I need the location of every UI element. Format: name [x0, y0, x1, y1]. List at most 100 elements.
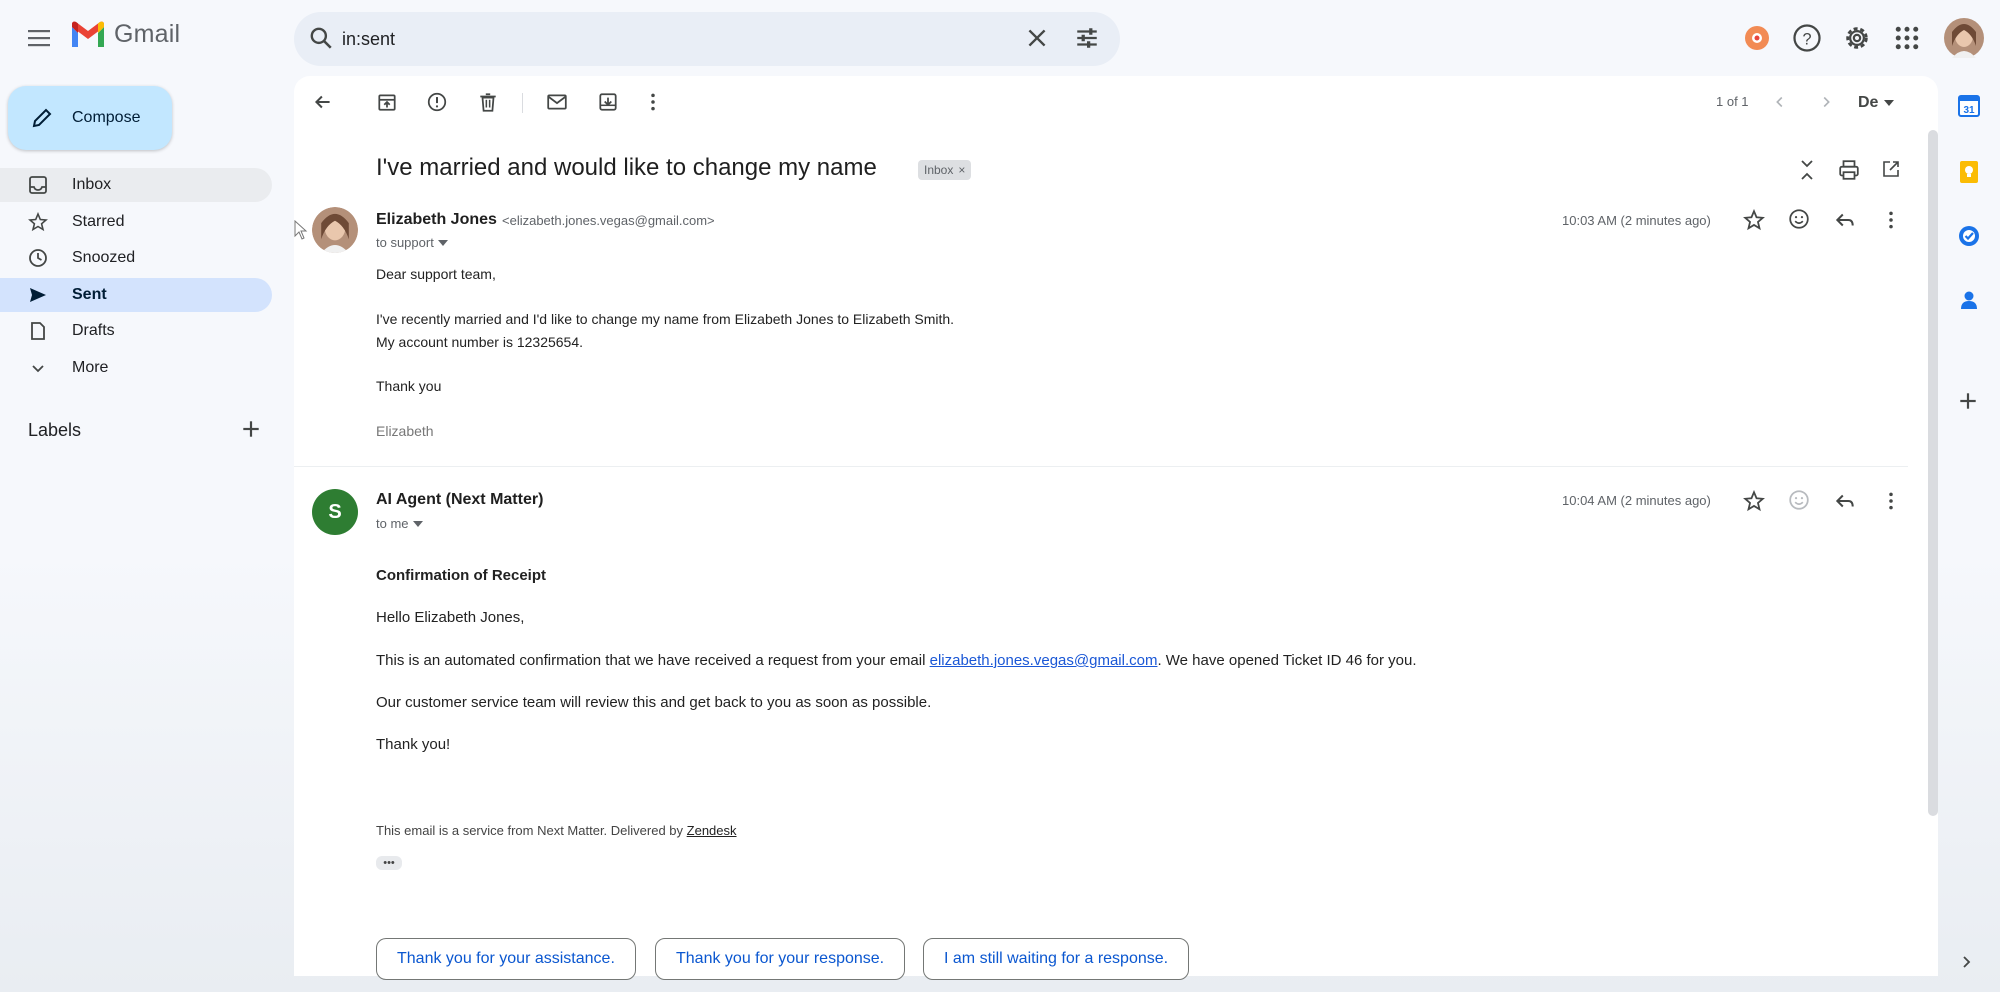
move-to-icon[interactable]: [597, 91, 619, 113]
sender-email-link[interactable]: elizabeth.jones.vegas@gmail.com: [930, 652, 1158, 669]
sender-email: <elizabeth.jones.vegas@gmail.com>: [502, 213, 715, 228]
mouse-cursor-icon: [294, 220, 308, 240]
archive-icon[interactable]: [376, 91, 398, 113]
star-icon[interactable]: [1743, 490, 1765, 512]
labels-heading: Labels: [28, 420, 82, 440]
tasks-icon[interactable]: [1957, 224, 1981, 248]
search-options-icon[interactable]: [1074, 25, 1100, 51]
search-input[interactable]: [342, 22, 982, 56]
more-vert-icon[interactable]: [645, 91, 661, 113]
show-trimmed-content-button[interactable]: •••: [376, 856, 402, 870]
back-arrow-icon[interactable]: [312, 91, 334, 113]
sidebar-item-sent[interactable]: Sent: [0, 278, 272, 312]
pencil-icon: [32, 108, 52, 128]
reply-icon[interactable]: [1834, 209, 1856, 231]
add-label-icon[interactable]: [240, 418, 262, 440]
gmail-logo[interactable]: Gmail: [70, 20, 180, 49]
star-icon: [28, 212, 48, 232]
message-line: I've recently married and I'd like to ch…: [376, 311, 955, 327]
calendar-icon[interactable]: 31: [1957, 94, 1981, 118]
sidebar-item-label: Drafts: [72, 322, 115, 339]
draft-icon: [31, 322, 45, 340]
gmail-m-icon: [72, 21, 104, 47]
sidebar-item-label: Starred: [72, 213, 125, 230]
more-vert-icon[interactable]: [1883, 490, 1899, 512]
sidebar-item-drafts[interactable]: Drafts: [0, 314, 272, 348]
footer-text: This email is a service from Next Matter…: [376, 823, 687, 838]
input-language-selector[interactable]: De: [1858, 94, 1895, 112]
caret-down-icon: [1884, 100, 1895, 106]
svg-text:?: ?: [1802, 30, 1811, 48]
expand-side-panel-icon[interactable]: [1957, 952, 1977, 972]
sender-name[interactable]: AI Agent (Next Matter): [376, 491, 543, 509]
sidebar-item-starred[interactable]: Starred: [0, 205, 272, 239]
reply-icon[interactable]: [1834, 490, 1856, 512]
message-heading: Confirmation of Receipt: [376, 567, 547, 584]
status-icon[interactable]: [1742, 18, 1772, 58]
more-vert-icon[interactable]: [1883, 209, 1899, 231]
inbox-label-chip[interactable]: Inbox ×: [918, 160, 972, 180]
message-paragraph: Our customer service team will review th…: [376, 694, 932, 711]
inbox-icon: [29, 176, 47, 194]
account-avatar[interactable]: [1944, 18, 1984, 58]
sender-avatar[interactable]: [312, 207, 358, 253]
open-new-window-icon[interactable]: [1881, 159, 1901, 179]
sender-avatar[interactable]: S: [312, 489, 358, 535]
sidebar-item-label: More: [72, 359, 109, 376]
delete-icon[interactable]: [477, 91, 499, 113]
compose-label: Compose: [72, 109, 141, 126]
svg-text:31: 31: [1963, 105, 1975, 116]
settings-gear-icon[interactable]: [1842, 18, 1872, 58]
message-scrollbar[interactable]: [1928, 130, 1938, 816]
pagination-text: 1 of 1: [1716, 94, 1749, 109]
recipient-details-toggle[interactable]: to support: [376, 235, 448, 250]
print-icon[interactable]: [1838, 159, 1860, 181]
search-bar[interactable]: [294, 12, 1120, 66]
message-greeting: Dear support team,: [376, 266, 496, 282]
message-timestamp: 10:03 AM (2 minutes ago): [1562, 213, 1711, 228]
app-name: Gmail: [114, 20, 181, 48]
sender-name[interactable]: Elizabeth Jones: [376, 211, 497, 229]
remove-label-icon[interactable]: ×: [958, 163, 965, 177]
recipient-details-toggle[interactable]: to me: [376, 516, 423, 531]
zendesk-link[interactable]: Zendesk: [687, 823, 737, 838]
smart-reply-button[interactable]: I am still waiting for a response.: [923, 938, 1190, 980]
recipient-text: to support: [376, 235, 434, 250]
collapse-all-icon[interactable]: [1797, 159, 1817, 181]
mark-unread-icon[interactable]: [546, 91, 568, 113]
thread-subject: I've married and would like to change my…: [376, 154, 877, 181]
message-line: My account number is 12325654.: [376, 334, 584, 350]
report-spam-icon[interactable]: [426, 91, 448, 113]
get-addons-icon[interactable]: [1957, 390, 1979, 412]
help-icon[interactable]: ?: [1792, 18, 1822, 58]
newer-chevron-icon[interactable]: [1771, 93, 1789, 111]
message-divider: [294, 466, 1908, 467]
emoji-reaction-icon[interactable]: [1788, 489, 1810, 511]
contacts-icon[interactable]: [1957, 288, 1981, 312]
caret-down-icon: [412, 520, 423, 527]
star-icon[interactable]: [1743, 209, 1765, 231]
label-chip-text: Inbox: [924, 163, 954, 177]
caret-down-icon: [437, 239, 448, 246]
message-greeting: Hello Elizabeth Jones,: [376, 609, 525, 626]
clear-search-icon[interactable]: [1024, 25, 1050, 51]
keep-icon[interactable]: [1957, 160, 1981, 184]
apps-grid-icon[interactable]: [1892, 18, 1922, 58]
sidebar-item-label: Snoozed: [72, 249, 136, 266]
toolbar-divider: [522, 93, 523, 113]
smart-reply-button[interactable]: Thank you for your assistance.: [376, 938, 636, 980]
message-footer: This email is a service from Next Matter…: [376, 823, 737, 838]
sidebar-item-snoozed[interactable]: Snoozed: [0, 241, 272, 275]
sidebar-item-more[interactable]: More: [0, 351, 272, 385]
main-menu-button[interactable]: [22, 24, 58, 52]
message-closing: Thank you!: [376, 736, 451, 753]
recipient-text: to me: [376, 516, 409, 531]
compose-button[interactable]: Compose: [8, 86, 172, 150]
avatar-letter: S: [328, 500, 342, 523]
message-closing: Thank you: [376, 378, 442, 394]
smart-reply-button[interactable]: Thank you for your response.: [655, 938, 906, 980]
search-icon[interactable]: [308, 25, 334, 51]
emoji-reaction-icon[interactable]: [1788, 208, 1810, 230]
older-chevron-icon[interactable]: [1817, 93, 1835, 111]
sidebar-item-inbox[interactable]: Inbox: [0, 168, 272, 202]
